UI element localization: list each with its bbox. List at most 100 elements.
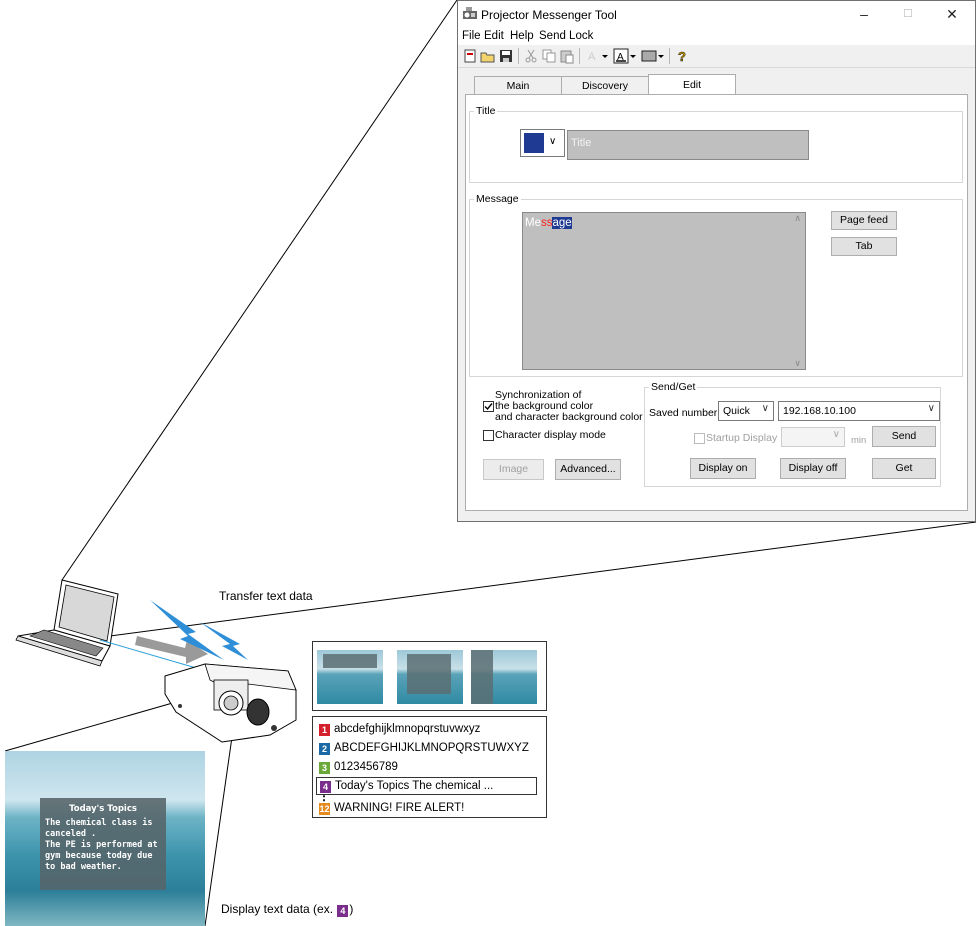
chevron-down-icon: ∨: [927, 403, 935, 414]
svg-text:A: A: [588, 51, 596, 63]
list-number-badge: 2: [319, 743, 330, 755]
startup-minutes-select[interactable]: ∨: [781, 427, 845, 447]
projected-line: The chemical class is: [45, 818, 153, 828]
display-caption-text: Display text data (ex.: [221, 902, 337, 916]
svg-text:?: ?: [678, 49, 686, 64]
projected-line: canceled .: [45, 829, 97, 839]
title-color-picker[interactable]: ∨: [520, 129, 565, 157]
saved-number-label: Saved number: [649, 407, 718, 419]
text-color-dropdown-icon[interactable]: [601, 48, 609, 64]
transfer-caption: Transfer text data: [219, 589, 313, 603]
list-item[interactable]: 3 0123456789: [319, 761, 398, 774]
ip-address-value: 192.168.10.100: [783, 405, 856, 417]
perspective-line-top: [61, 0, 458, 581]
list-number-badge: 3: [319, 762, 330, 774]
sync-checkbox[interactable]: [483, 401, 494, 412]
projected-screen: Today's Topics The chemical class is can…: [5, 751, 205, 926]
paste-icon[interactable]: [559, 48, 575, 64]
projected-message-card: Today's Topics The chemical class is can…: [40, 798, 166, 890]
bg-color-icon[interactable]: [641, 48, 657, 64]
advanced-button[interactable]: Advanced...: [555, 459, 621, 480]
list-item-selected[interactable]: 4 Today's Topics The chemical ...: [316, 777, 537, 795]
list-number-badge: 12: [319, 803, 330, 815]
perspective-line-bottom: [109, 521, 977, 637]
close-button[interactable]: ✕: [930, 3, 974, 25]
list-item-text: 0123456789: [334, 761, 398, 773]
menu-send-lock[interactable]: Send Lock: [539, 30, 593, 42]
saved-number-select[interactable]: Quick ∨: [718, 401, 774, 421]
open-folder-icon[interactable]: [480, 48, 496, 64]
chevron-down-icon: ∨: [832, 429, 840, 440]
chevron-down-icon: ∨: [761, 403, 769, 414]
thumbnail-text-card: [323, 654, 377, 668]
toolbar-separator: [518, 48, 519, 64]
tab-insert-button[interactable]: Tab: [831, 237, 897, 256]
checkmark-icon: [484, 403, 493, 411]
minimize-button[interactable]: –: [842, 3, 886, 25]
char-bg-dropdown-icon[interactable]: [629, 48, 637, 64]
projected-line: to bad weather.: [45, 862, 122, 872]
copy-icon[interactable]: [541, 48, 557, 64]
list-number-badge: 1: [319, 724, 330, 736]
send-button[interactable]: Send: [872, 426, 936, 447]
menu-file[interactable]: File: [462, 30, 481, 42]
tab-main[interactable]: Main: [474, 76, 562, 94]
save-icon[interactable]: [498, 48, 514, 64]
app-icon: [463, 7, 477, 19]
sync-label-line3: and character background color: [495, 411, 643, 423]
title-bar: Projector Messenger Tool – ☐ ✕: [458, 1, 975, 27]
projector-messenger-window: Projector Messenger Tool – ☐ ✕ File Edit…: [457, 0, 976, 522]
toolbar-separator: [579, 48, 580, 64]
edit-panel: Title ∨ Title Message Message ∧ ∨ Page f…: [465, 94, 968, 511]
new-icon[interactable]: [462, 48, 478, 64]
cut-icon[interactable]: [523, 48, 539, 64]
send-get-label: Send/Get: [649, 381, 698, 393]
list-item[interactable]: 12 WARNING! FIRE ALERT!: [319, 802, 464, 815]
message-text: Message: [525, 217, 572, 229]
projector-illustration: [164, 663, 297, 743]
message-text-run: Me: [525, 217, 541, 229]
toolbar-separator: [669, 48, 670, 64]
message-group-label: Message: [474, 193, 521, 205]
message-text-run: age: [552, 217, 572, 229]
min-label: min: [851, 435, 867, 446]
title-input-placeholder: Title: [571, 137, 592, 149]
get-button[interactable]: Get: [872, 458, 936, 479]
scroll-down-icon[interactable]: ∨: [794, 358, 801, 369]
text-color-icon[interactable]: A: [585, 48, 601, 64]
list-item[interactable]: 1 abcdefghijklmnopqrstuvwxyz: [319, 723, 480, 736]
help-icon[interactable]: ?: [674, 48, 690, 64]
menu-help[interactable]: Help: [510, 30, 534, 42]
startup-display-label: Startup Display: [706, 432, 778, 444]
laptop-illustration: [15, 579, 119, 667]
display-caption-end: ): [349, 902, 354, 916]
list-item-text: Today's Topics The chemical ...: [335, 780, 494, 792]
toolbar: A A ?: [458, 45, 975, 68]
projection-line-top: [4, 699, 184, 752]
menu-edit[interactable]: Edit: [484, 30, 504, 42]
startup-display-checkbox[interactable]: [694, 433, 705, 444]
display-on-button[interactable]: Display on: [690, 458, 756, 479]
message-textarea[interactable]: Message ∧ ∨: [522, 212, 806, 370]
title-group-label: Title: [474, 105, 498, 117]
image-button[interactable]: Image: [483, 459, 544, 480]
scroll-up-icon[interactable]: ∧: [794, 213, 801, 224]
title-input[interactable]: Title: [567, 130, 809, 160]
projected-line: The PE is performed at: [45, 840, 158, 850]
maximize-button[interactable]: ☐: [886, 3, 930, 25]
list-item[interactable]: 2 ABCDEFGHIJKLMNOPQRSTUWXYZ: [319, 742, 529, 755]
menu-bar: File Edit Help Send Lock: [458, 27, 975, 45]
char-mode-checkbox[interactable]: [483, 430, 494, 441]
saved-number-value: Quick: [723, 405, 750, 417]
bg-color-dropdown-icon[interactable]: [657, 48, 665, 64]
thumbnail-preview: [317, 650, 383, 704]
tab-discovery[interactable]: Discovery: [561, 76, 649, 94]
message-text-run: ss: [540, 217, 553, 229]
page-feed-button[interactable]: Page feed: [831, 211, 897, 230]
chevron-down-icon: ∨: [549, 136, 557, 147]
tab-edit[interactable]: Edit: [648, 74, 736, 95]
display-off-button[interactable]: Display off: [780, 458, 846, 479]
char-bg-color-icon[interactable]: A: [613, 48, 629, 64]
ip-address-select[interactable]: 192.168.10.100 ∨: [778, 401, 940, 421]
list-item-text: abcdefghijklmnopqrstuvwxyz: [334, 723, 481, 735]
